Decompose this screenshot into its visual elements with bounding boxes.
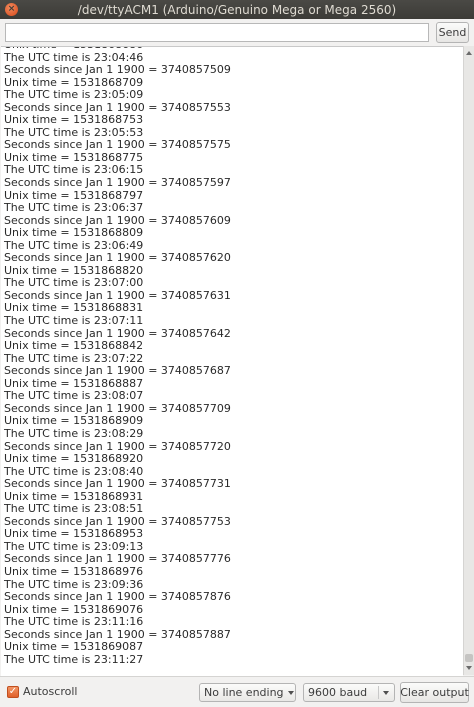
output-line: The UTC time is 23:08:51	[4, 502, 144, 516]
clear-output-button[interactable]: Clear output	[400, 682, 469, 703]
serial-input[interactable]	[5, 23, 429, 42]
line-ending-select[interactable]: No line ending	[199, 683, 296, 702]
output-line: The UTC time is 23:07:11	[4, 314, 144, 328]
output-line: Unix time = 1531868753	[4, 113, 144, 127]
serial-monitor-window: × /dev/ttyACM1 (Arduino/Genuino Mega or …	[0, 0, 474, 707]
bottom-bar: ✓ Autoscroll No line ending 9600 baud Cl…	[0, 676, 474, 707]
dropdown-separator	[378, 686, 379, 699]
window-title: /dev/ttyACM1 (Arduino/Genuino Mega or Me…	[77, 2, 397, 17]
serial-output[interactable]: Unix time = 1531868686The UTC time is 23…	[1, 46, 463, 676]
output-line: Seconds since Jan 1 1900 = 3740857876	[4, 590, 231, 604]
output-line: Unix time = 1531868976	[4, 564, 144, 578]
autoscroll-checkbox[interactable]: ✓	[7, 686, 19, 698]
scroll-up-icon[interactable]	[466, 51, 472, 55]
baud-rate-select[interactable]: 9600 baud	[303, 683, 395, 702]
output-line: Seconds since Jan 1 1900 = 3740857597	[4, 176, 231, 190]
line-ending-value: No line ending	[204, 686, 284, 699]
output-line: Seconds since Jan 1 1900 = 3740857509	[4, 63, 231, 77]
output-line: The UTC time is 23:08:07	[4, 389, 144, 403]
send-row: Send	[0, 19, 474, 46]
chevron-down-icon	[287, 690, 294, 695]
output-line: The UTC time is 23:08:29	[4, 426, 144, 440]
output-line: Unix time = 1531868953	[4, 527, 144, 541]
output-lines: Unix time = 1531868686The UTC time is 23…	[4, 47, 231, 666]
output-line: Seconds since Jan 1 1900 = 3740857687	[4, 364, 231, 378]
output-line: Unix time = 1531869087	[4, 640, 144, 654]
output-line: Seconds since Jan 1 1900 = 3740857620	[4, 251, 231, 265]
vertical-scrollbar[interactable]	[463, 46, 474, 675]
output-line: Unix time = 1531868809	[4, 226, 144, 240]
scroll-thumb[interactable]	[465, 654, 473, 662]
output-line: The UTC time is 23:06:37	[4, 201, 144, 215]
output-line: Seconds since Jan 1 1900 = 3740857731	[4, 477, 231, 491]
output-line: Unix time = 1531868842	[4, 339, 144, 353]
output-line: Unix time = 1531868920	[4, 452, 144, 466]
send-button[interactable]: Send	[436, 22, 469, 43]
title-bar: × /dev/ttyACM1 (Arduino/Genuino Mega or …	[0, 0, 474, 19]
autoscroll-label: Autoscroll	[23, 685, 78, 698]
close-icon[interactable]: ×	[5, 3, 18, 16]
output-line: The UTC time is 23:11:27	[4, 652, 144, 666]
output-line: The UTC time is 23:11:16	[4, 615, 144, 629]
output-line: The UTC time is 23:05:09	[4, 88, 144, 102]
chevron-down-icon	[383, 690, 389, 695]
scroll-down-icon[interactable]	[466, 666, 472, 670]
baud-rate-value: 9600 baud	[308, 686, 368, 699]
